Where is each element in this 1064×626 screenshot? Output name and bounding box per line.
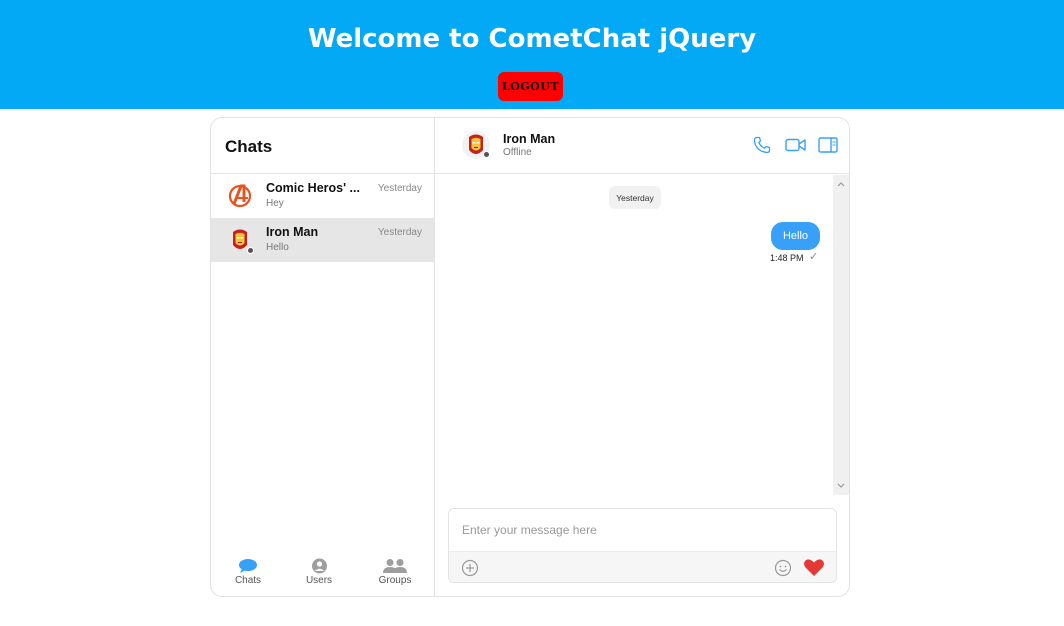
user-icon — [311, 558, 327, 574]
message-timestamp: 1:48 PM — [770, 253, 804, 263]
emoji-icon[interactable] — [774, 559, 792, 577]
nav-item-groups[interactable]: Groups — [365, 558, 425, 586]
phone-call-icon[interactable] — [753, 136, 771, 154]
nav-label: Chats — [234, 575, 262, 586]
nav-item-chats[interactable]: Chats — [218, 558, 278, 586]
conversation-time: Yesterday — [377, 183, 422, 194]
conversation-item-iron-man[interactable]: Iron Man Hello Yesterday — [211, 218, 434, 262]
chat-contact-status: Offline — [503, 147, 532, 158]
conversation-preview: Hello — [266, 242, 289, 253]
scroll-up-arrow-icon[interactable] — [836, 179, 846, 189]
app-header: Welcome to CometChat jQuery LOGOUT — [0, 0, 1064, 109]
logout-button[interactable]: LOGOUT — [498, 72, 563, 101]
conversation-time: Yesterday — [377, 227, 422, 238]
message-list: Yesterday Hello 1:48 PM ✓ — [435, 175, 833, 495]
avengers-logo-icon — [226, 182, 254, 210]
add-attachment-icon[interactable] — [461, 559, 479, 577]
date-separator: Yesterday — [609, 186, 661, 209]
conversation-item-comic-heros[interactable]: Comic Heros' ... Hey Yesterday — [211, 174, 434, 218]
nav-label: Groups — [378, 575, 412, 586]
message-input[interactable] — [449, 509, 836, 551]
video-call-icon[interactable] — [785, 136, 806, 154]
heart-reaction-icon[interactable] — [803, 558, 825, 577]
chat-bubble-icon — [239, 559, 257, 573]
composer-toolbar — [449, 551, 836, 582]
group-icon — [383, 559, 407, 573]
sidebar-title: Chats — [225, 137, 273, 156]
conversation-sidebar: Chats Comic Heros' ... Hey Yesterday Iro… — [211, 118, 435, 596]
conversation-preview: Hey — [266, 198, 284, 209]
bottom-nav: Chats Users Groups — [211, 558, 434, 596]
scroll-down-arrow-icon[interactable] — [836, 481, 846, 491]
chat-widget: Chats Comic Heros' ... Hey Yesterday Iro… — [210, 117, 850, 597]
chat-contact-name: Iron Man — [503, 132, 556, 146]
sent-check-icon: ✓ — [809, 251, 819, 263]
chat-header: Iron Man Offline — [435, 118, 849, 174]
nav-label: Users — [305, 575, 333, 586]
message-scrollbar[interactable] — [833, 175, 849, 495]
offline-status-dot — [483, 151, 490, 158]
offline-status-dot — [247, 247, 254, 254]
message-composer — [448, 508, 837, 583]
details-panel-icon[interactable] — [818, 136, 838, 154]
chat-panel: Iron Man Offline Yesterday Hello 1:48 PM… — [435, 118, 849, 596]
nav-item-users[interactable]: Users — [289, 558, 349, 586]
conversation-name: Comic Heros' ... — [266, 181, 360, 195]
conversation-name: Iron Man — [266, 225, 319, 239]
outgoing-message-bubble[interactable]: Hello — [771, 222, 820, 250]
page-title: Welcome to CometChat jQuery — [307, 24, 757, 54]
